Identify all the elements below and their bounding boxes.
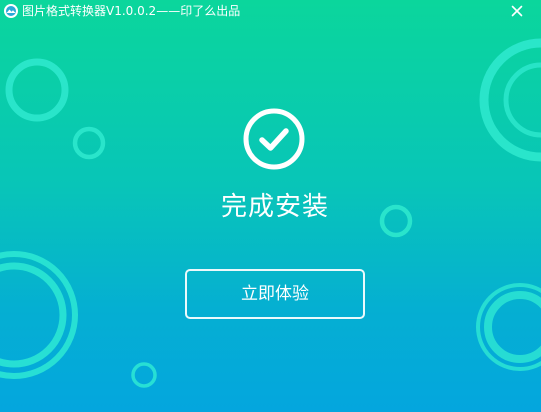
installer-window: 图片格式转换器V1.0.0.2——印了么出品 完成安装 立即体验 bbox=[0, 0, 541, 412]
checkmark-circle-icon bbox=[243, 108, 305, 170]
install-complete-title: 完成安装 bbox=[220, 192, 329, 222]
window-title: 图片格式转换器V1.0.0.2——印了么出品 bbox=[22, 4, 241, 18]
close-icon bbox=[511, 5, 523, 17]
app-logo-icon bbox=[4, 4, 18, 18]
try-now-button[interactable]: 立即体验 bbox=[185, 269, 365, 319]
close-button[interactable] bbox=[506, 1, 528, 21]
title-bar: 图片格式转换器V1.0.0.2——印了么出品 bbox=[0, 0, 541, 22]
